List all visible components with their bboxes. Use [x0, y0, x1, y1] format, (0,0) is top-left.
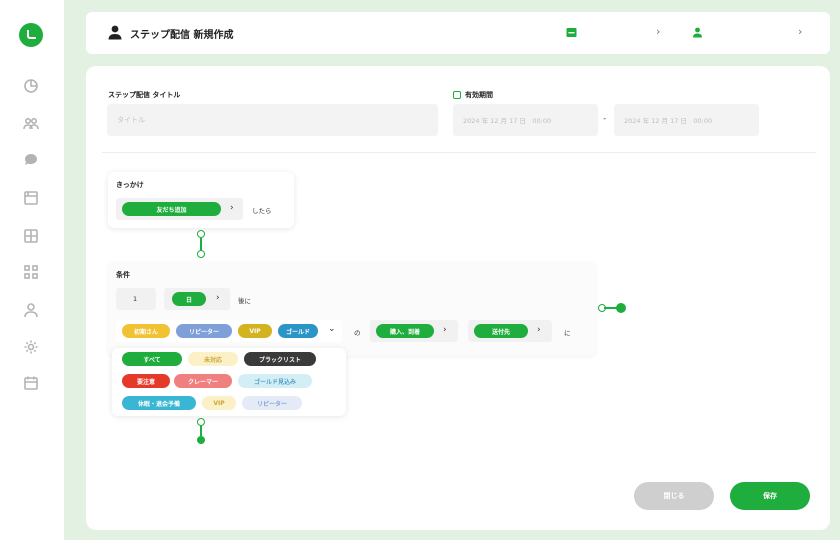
dashboard-icon[interactable]	[22, 77, 40, 95]
trigger-chevron[interactable]: ›	[230, 203, 234, 213]
option-dormant[interactable]: 休眠・退会予備	[122, 396, 196, 410]
trigger-suffix: したら	[252, 207, 272, 215]
date-range-dash: -	[603, 114, 607, 124]
option-unhandled[interactable]: 未対応	[188, 352, 238, 366]
trigger-label: きっかけ	[116, 181, 144, 189]
connector-line-2	[200, 426, 202, 436]
sidebar	[0, 0, 64, 540]
action-select[interactable]: 購入、到着 ›	[370, 320, 458, 342]
connector-bottom-ring[interactable]	[197, 418, 205, 426]
chat-icon[interactable]	[22, 151, 40, 169]
store-icon[interactable]	[566, 27, 577, 38]
unit-pill[interactable]: 日	[172, 292, 206, 306]
target-pill[interactable]: 送付先	[474, 324, 528, 338]
users-icon[interactable]	[22, 115, 40, 133]
app-logo[interactable]	[19, 23, 43, 47]
account-icon[interactable]	[692, 27, 703, 38]
target-chevron[interactable]: ›	[537, 325, 541, 335]
calendar-icon[interactable]	[22, 374, 40, 392]
tag-pill-2[interactable]: リピーター	[176, 324, 232, 338]
tag-pill-3[interactable]: VIP	[238, 324, 272, 338]
option-vip[interactable]: VIP	[202, 396, 236, 410]
count-input[interactable]: 1	[116, 288, 156, 310]
grid-icon[interactable]	[22, 263, 40, 281]
header-chevron-2[interactable]: ›	[798, 25, 802, 38]
main-card: ステップ配信 タイトル タイトル 有効期間 2024 年 12 月 17 日 0…	[86, 66, 830, 530]
period-checkbox[interactable]	[453, 91, 461, 99]
connector-mid-ring[interactable]	[197, 250, 205, 258]
target-select[interactable]: 送付先 ›	[468, 320, 552, 342]
header-chevron-1[interactable]: ›	[656, 25, 660, 38]
condition-panel: 条件 1 日 › 後に 初期さん リピーター VIP ゴールド ⌄ の 購入、到…	[108, 262, 596, 356]
table-icon[interactable]	[22, 227, 40, 245]
tag-dropdown-menu: すべて 未対応 ブラックリスト 要注意 クレーマー ゴールド見込み 休眠・退会予…	[112, 348, 346, 416]
cancel-button[interactable]: 閉じる	[634, 482, 714, 510]
title-field-label: ステップ配信 タイトル	[108, 91, 181, 99]
person-icon[interactable]	[22, 301, 40, 319]
connector-no: の	[354, 329, 361, 337]
end-date-input[interactable]: 2024 年 12 月 17 日 00:00	[614, 104, 759, 136]
tag-dropdown-chevron[interactable]: ⌄	[328, 324, 336, 334]
action-pill[interactable]: 購入、到着	[376, 324, 434, 338]
user-icon	[108, 25, 122, 40]
gear-icon[interactable]	[22, 338, 40, 356]
tag-pill-1[interactable]: 初期さん	[122, 324, 170, 338]
after-text: 後に	[238, 297, 251, 305]
connector-bottom-dot[interactable]	[197, 436, 205, 444]
connector-right-dot[interactable]	[616, 303, 626, 313]
page-title: ステップ配信 新規作成	[130, 30, 234, 41]
tag-pill-4[interactable]: ゴールド	[278, 324, 318, 338]
action-chevron[interactable]: ›	[443, 325, 447, 335]
condition-label: 条件	[116, 271, 130, 279]
option-gold-prospect[interactable]: ゴールド見込み	[238, 374, 312, 388]
media-icon[interactable]	[22, 189, 40, 207]
unit-select[interactable]: 日 ›	[164, 288, 230, 310]
option-caution[interactable]: 要注意	[122, 374, 170, 388]
trigger-select[interactable]: 友だち追加 ›	[116, 198, 243, 220]
section-divider	[102, 152, 816, 153]
unit-chevron[interactable]: ›	[216, 293, 220, 303]
period-label: 有効期間	[465, 91, 493, 99]
trigger-panel: きっかけ 友だち追加 › したら	[108, 172, 294, 228]
start-date-input[interactable]: 2024 年 12 月 17 日 00:00	[453, 104, 598, 136]
title-input[interactable]: タイトル	[107, 104, 438, 136]
connector-top-ring[interactable]	[197, 230, 205, 238]
option-blacklist[interactable]: ブラックリスト	[244, 352, 316, 366]
trigger-pill[interactable]: 友だち追加	[122, 202, 221, 216]
option-all[interactable]: すべて	[122, 352, 182, 366]
tag-select[interactable]: 初期さん リピーター VIP ゴールド ⌄	[116, 320, 342, 342]
option-repeater[interactable]: リピーター	[242, 396, 302, 410]
save-button[interactable]: 保存	[730, 482, 810, 510]
condition-suffix: に	[564, 329, 571, 337]
option-claimer[interactable]: クレーマー	[174, 374, 232, 388]
count-value: 1	[133, 295, 138, 303]
header-bar: ステップ配信 新規作成 › ›	[86, 12, 830, 54]
